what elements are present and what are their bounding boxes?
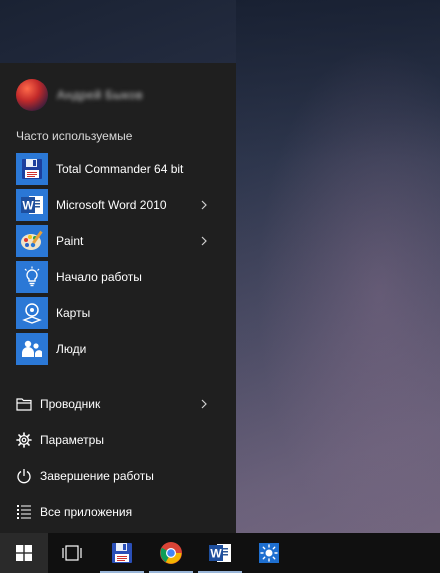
settings-item[interactable]: Параметры [16, 422, 220, 458]
taskbar-brightness-app[interactable] [245, 533, 293, 573]
all-apps-label: Все приложения [40, 505, 133, 519]
start-menu: Андрей Быков Часто используемые Total Co… [0, 63, 236, 533]
system-places-list: Проводник Параметры Завершение работы Вс… [16, 386, 220, 530]
chevron-right-icon[interactable] [198, 234, 210, 248]
all-apps-icon [16, 504, 32, 520]
taskbar-chrome[interactable] [147, 533, 195, 573]
paint-palette-icon [16, 225, 48, 257]
word-icon: W [209, 544, 231, 562]
power-item[interactable]: Завершение работы [16, 458, 220, 494]
app-label: Total Commander 64 bit [56, 162, 184, 176]
explorer-item[interactable]: Проводник [16, 386, 220, 422]
app-total-commander[interactable]: Total Commander 64 bit [16, 151, 220, 187]
chrome-icon [160, 542, 182, 564]
windows-logo-icon [16, 545, 32, 561]
taskbar-total-commander[interactable] [98, 533, 146, 573]
taskbar-word[interactable]: W [196, 533, 244, 573]
app-get-started[interactable]: Начало работы [16, 259, 220, 295]
svg-text:W: W [22, 199, 34, 213]
user-account[interactable]: Андрей Быков [16, 79, 143, 111]
app-label: Начало работы [56, 270, 142, 284]
app-label: Microsoft Word 2010 [56, 198, 167, 212]
svg-text:W: W [210, 547, 222, 561]
avatar [16, 79, 48, 111]
chevron-right-icon[interactable] [198, 198, 210, 212]
floppy-disk-icon [112, 543, 132, 563]
taskbar: W [0, 533, 440, 573]
folder-icon [16, 396, 32, 412]
most-used-header: Часто используемые [16, 129, 133, 143]
app-paint[interactable]: Paint [16, 223, 220, 259]
power-icon [16, 468, 32, 484]
task-view-icon [62, 545, 82, 561]
user-name: Андрей Быков [57, 88, 143, 102]
task-view-button[interactable] [48, 533, 96, 573]
brightness-icon [259, 543, 279, 563]
app-people[interactable]: Люди [16, 331, 220, 367]
floppy-disk-icon [16, 153, 48, 185]
settings-label: Параметры [40, 433, 104, 447]
most-used-list: Total Commander 64 bit W Microsoft Word … [16, 151, 220, 367]
app-label: Карты [56, 306, 91, 320]
gear-icon [16, 432, 32, 448]
app-label: Люди [56, 342, 87, 356]
all-apps-item[interactable]: Все приложения [16, 494, 220, 530]
app-label: Paint [56, 234, 84, 248]
people-icon [16, 333, 48, 365]
map-pin-icon [16, 297, 48, 329]
app-maps[interactable]: Карты [16, 295, 220, 331]
start-button[interactable] [0, 533, 48, 573]
app-microsoft-word[interactable]: W Microsoft Word 2010 [16, 187, 220, 223]
explorer-label: Проводник [40, 397, 101, 411]
lightbulb-icon [16, 261, 48, 293]
power-label: Завершение работы [40, 469, 154, 483]
word-icon: W [16, 189, 48, 221]
chevron-right-icon[interactable] [198, 397, 210, 411]
desktop-wallpaper [236, 0, 440, 533]
